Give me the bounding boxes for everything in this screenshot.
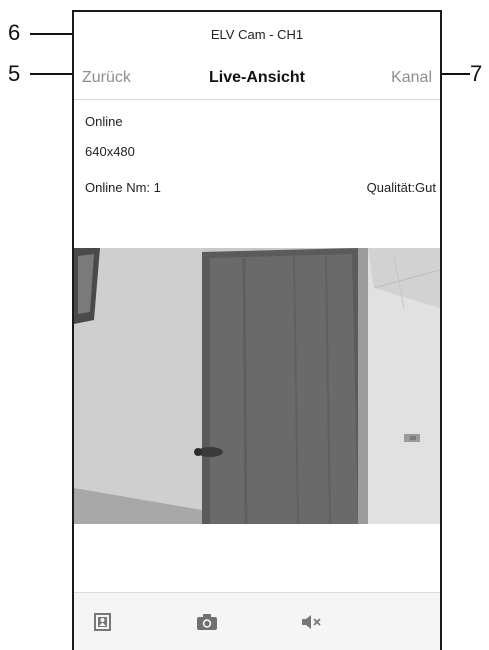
status-bar: ELV Cam - CH1 [74,12,440,56]
gallery-icon [94,613,111,631]
quality-status: Qualität:Gut [366,180,436,195]
connection-status: Online [85,114,123,129]
gallery-button[interactable] [88,607,118,637]
bottom-toolbar [74,593,440,650]
video-frame-image [74,248,440,524]
camera-icon [197,614,217,630]
page-title: Live-Ansicht [208,69,305,86]
stream-info-panel: Online 640x480 Online Nm: 1 Qualität:Gut [74,100,440,248]
window-title: ELV Cam - CH1 [210,26,304,42]
mute-icon [302,615,321,629]
snapshot-button[interactable] [192,607,222,637]
resolution-value: 640x480 [85,144,135,159]
live-video-view[interactable] [74,248,440,524]
phone-screen: ELV Cam - CH1 Zurück Live-Ansicht Kanal … [72,10,442,650]
channel-button[interactable]: Kanal [391,56,432,100]
online-count: Online Nm: 1 [85,180,161,195]
callout-7: 7 [470,61,483,86]
navigation-bar: Zurück Live-Ansicht Kanal [74,56,440,100]
callout-5: 5 [8,61,21,86]
callout-6: 6 [8,20,21,45]
mute-button[interactable] [296,607,326,637]
